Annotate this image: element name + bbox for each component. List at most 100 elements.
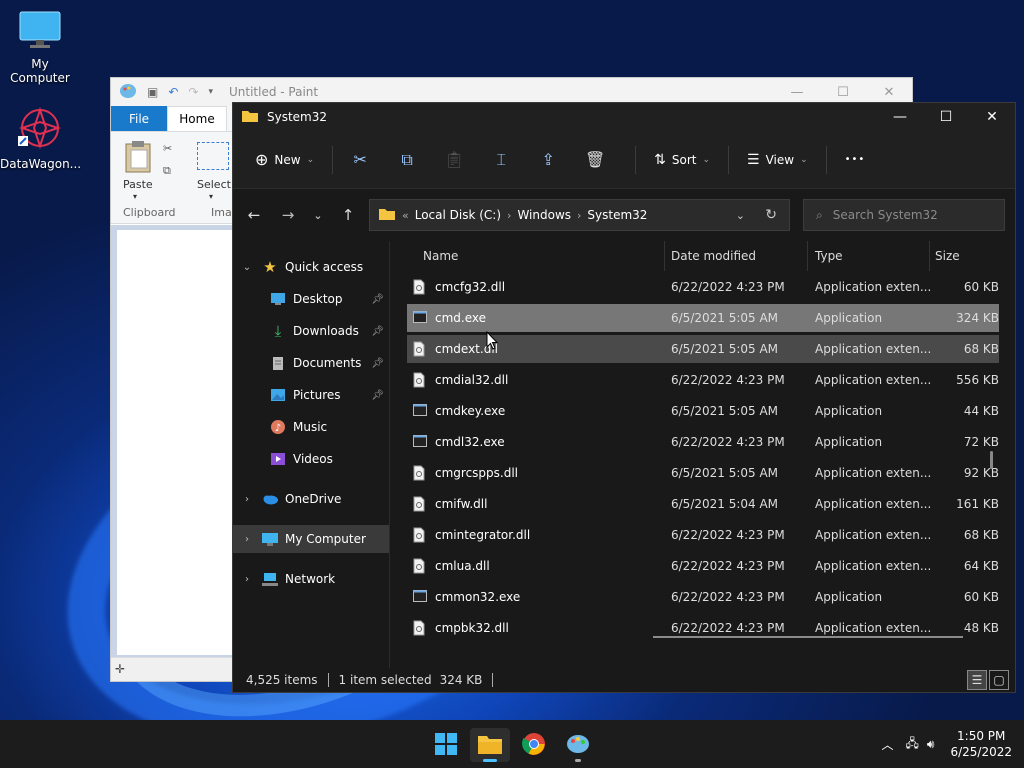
clock[interactable]: 1:50 PM 6/25/2022 [950, 728, 1012, 760]
sidebar-item-onedrive[interactable]: › OneDrive [233, 485, 390, 513]
horizontal-scrollbar-thumb[interactable] [653, 636, 963, 638]
up-arrow-icon[interactable]: ↑ [331, 199, 365, 231]
paint-canvas[interactable] [117, 230, 237, 655]
large-icons-view-icon[interactable]: ▢ [989, 670, 1009, 690]
address-bar[interactable]: « Local Disk (C:) › Windows › System32 ⌄… [369, 199, 790, 231]
view-button[interactable]: ☰ View ⌄ [739, 144, 816, 176]
rename-icon[interactable]: ⌶ [484, 144, 518, 176]
clipboard-icon[interactable] [123, 140, 155, 174]
sidebar-item-pictures[interactable]: Pictures 📌︎ [233, 381, 390, 409]
paste-icon[interactable]: 📋︎ [437, 144, 471, 176]
sort-button[interactable]: ⇅ Sort ⌄ [646, 144, 718, 176]
undo-icon[interactable]: ↶ [168, 85, 178, 99]
sidebar-item-network[interactable]: › Network [233, 565, 390, 593]
more-options-button[interactable]: ••• [837, 144, 874, 176]
explorer-maximize-button[interactable]: ☐ [923, 103, 969, 131]
table-row[interactable]: cmlua.dll 6/22/2022 4:23 PM Application ex… [407, 552, 999, 580]
desktop-icon-datawagon[interactable]: DataWagon... [0, 106, 81, 171]
collapsed-chevron-icon[interactable]: › [239, 494, 255, 505]
taskbar-chrome[interactable] [514, 728, 554, 762]
save-icon[interactable]: ▣ [147, 85, 158, 99]
table-row[interactable]: cmifw.dll 6/5/2021 5:04 AM Application ext… [407, 490, 999, 518]
address-overflow[interactable]: « [402, 209, 409, 222]
column-separator[interactable] [664, 241, 665, 271]
file-date-cell: 6/5/2021 5:05 AM [671, 311, 779, 325]
file-name-cell: cmdkey.exe [413, 397, 505, 425]
pin-icon[interactable]: 📌︎ [371, 294, 384, 305]
cut-icon[interactable]: ✂ [343, 144, 377, 176]
copy-icon[interactable]: ⧉ [163, 164, 171, 178]
recent-locations-chevron-icon[interactable]: ⌄ [305, 199, 331, 231]
taskbar-file-explorer[interactable] [470, 728, 510, 762]
paint-title-text: Untitled - Paint [229, 85, 319, 99]
pin-icon[interactable]: 📌︎ [371, 390, 384, 401]
table-row[interactable]: cmdkey.exe 6/5/2021 5:05 AM Application 44 … [407, 397, 999, 425]
quick-access-dropdown-icon[interactable]: ▾ [208, 87, 213, 97]
breadcrumb-chevron-icon: › [507, 208, 512, 222]
sidebar-item-my-computer[interactable]: › My Computer [233, 525, 389, 553]
column-header-date[interactable]: Date modified [671, 241, 756, 271]
back-arrow-icon[interactable]: ← [237, 199, 271, 231]
new-button[interactable]: ⊕ New ⌄ [247, 144, 322, 176]
select-rect-icon[interactable] [197, 142, 229, 170]
paint-tab-file[interactable]: File [111, 106, 167, 131]
column-header-size[interactable]: Size [935, 241, 960, 271]
column-separator[interactable] [929, 241, 930, 271]
redo-icon[interactable]: ↷ [188, 85, 198, 99]
expanded-chevron-icon[interactable]: ⌄ [239, 262, 255, 273]
search-input[interactable]: ⌕ Search System32 [803, 199, 1005, 231]
breadcrumb-local-disk[interactable]: Local Disk (C:) [415, 208, 501, 222]
explorer-close-button[interactable]: ✕ [969, 103, 1015, 131]
taskbar-paint[interactable] [558, 728, 598, 762]
refresh-icon[interactable]: ↻ [765, 207, 777, 223]
table-row[interactable]: cmdial32.dll 6/22/2022 4:23 PM Application… [407, 366, 999, 394]
volume-icon[interactable]: 🔊︎ [927, 737, 935, 752]
explorer-minimize-button[interactable]: — [877, 103, 923, 131]
details-view-icon[interactable]: ☰ [967, 670, 987, 690]
column-header-name[interactable]: Name [423, 241, 458, 271]
selected-count: 1 item selected [338, 673, 432, 687]
column-header-type[interactable]: Type [815, 241, 843, 271]
chrome-icon [522, 732, 546, 759]
paste-button[interactable]: Paste [123, 178, 153, 191]
show-hidden-icons-chevron-icon[interactable]: ︿ [882, 736, 894, 753]
sidebar-item-desktop[interactable]: Desktop 📌︎ [233, 285, 390, 313]
breadcrumb-system32[interactable]: System32 [587, 208, 647, 222]
start-button[interactable] [426, 728, 466, 762]
share-icon[interactable]: ⇪ [531, 144, 565, 176]
view-button-label: View [765, 152, 795, 167]
select-button[interactable]: Select [197, 178, 231, 191]
sidebar-item-music[interactable]: ♪ Music [233, 413, 390, 441]
forward-arrow-icon[interactable]: → [271, 199, 305, 231]
table-row[interactable]: cmd.exe 6/5/2021 5:05 AM Application 324 KB [407, 304, 999, 332]
table-row[interactable]: cmintegrator.dll 6/22/2022 4:23 PM Applica… [407, 521, 999, 549]
table-row[interactable]: cmcfg32.dll 6/22/2022 4:23 PM Application … [407, 273, 999, 301]
delete-icon[interactable]: 🗑︎ [578, 144, 612, 176]
pin-icon[interactable]: 📌︎ [371, 326, 384, 337]
sidebar-item-videos[interactable]: Videos [233, 445, 390, 473]
sidebar-item-quick-access[interactable]: ⌄ ★ Quick access [233, 253, 390, 281]
cut-icon[interactable]: ✂ [163, 142, 172, 155]
sidebar-item-documents[interactable]: Documents 📌︎ [233, 349, 390, 377]
table-row[interactable]: cmgrcspps.dll 6/5/2021 5:05 AM Application… [407, 459, 999, 487]
pin-icon[interactable]: 📌︎ [371, 358, 384, 369]
network-status-icon[interactable]: 🖧︎ [906, 734, 919, 755]
active-indicator [483, 759, 497, 762]
breadcrumb-windows[interactable]: Windows [517, 208, 571, 222]
copy-icon[interactable]: ⧉ [390, 144, 424, 176]
column-separator[interactable] [807, 241, 808, 271]
view-lines-icon: ☰ [747, 151, 760, 168]
desktop-icon-label: My Computer [10, 57, 70, 85]
paint-tab-home[interactable]: Home [167, 106, 227, 131]
table-row[interactable]: cmmon32.exe 6/22/2022 4:23 PM Application 6… [407, 583, 999, 611]
table-row[interactable]: cmdl32.exe 6/22/2022 4:23 PM Application 72… [407, 428, 999, 456]
collapsed-chevron-icon[interactable]: › [239, 574, 255, 585]
vertical-scrollbar-thumb[interactable] [990, 451, 993, 469]
navigation-pane: ⌄ ★ Quick access Desktop 📌︎ ⤓ Downloads … [233, 241, 390, 668]
collapsed-chevron-icon[interactable]: › [239, 534, 255, 545]
file-date-cell: 6/22/2022 4:23 PM [671, 435, 785, 449]
desktop-icon-my-computer[interactable]: My Computer [0, 10, 80, 85]
explorer-title-text: System32 [267, 110, 328, 124]
address-dropdown-icon[interactable]: ⌄ [736, 209, 745, 222]
sidebar-item-downloads[interactable]: ⤓ Downloads 📌︎ [233, 317, 390, 345]
